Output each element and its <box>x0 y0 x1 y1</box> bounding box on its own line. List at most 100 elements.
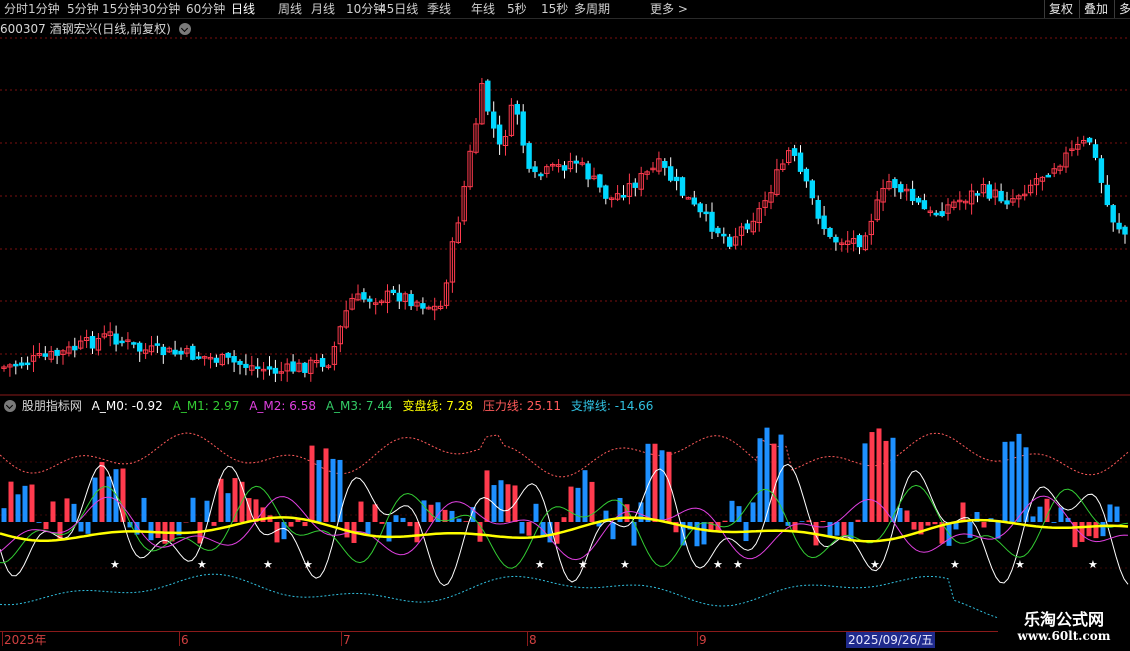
star-marker: ★ <box>1088 558 1098 571</box>
histogram-bar <box>37 522 42 523</box>
histogram-bar <box>2 508 7 522</box>
histogram-bar <box>891 438 896 522</box>
histogram-bar <box>310 446 315 522</box>
candle-body <box>598 175 602 187</box>
histogram-bar <box>58 522 63 539</box>
indicator-name[interactable]: 股朋指标网 <box>22 399 82 413</box>
histogram-bar <box>569 487 574 522</box>
candle-body <box>574 161 578 163</box>
candle-body <box>834 237 838 242</box>
candle-body <box>822 216 826 228</box>
histogram-bar <box>331 459 336 522</box>
histogram-bar <box>520 522 525 534</box>
candle-body <box>515 104 519 114</box>
indicator-pressure: 压力线: 25.11 <box>483 399 561 413</box>
candle-body <box>244 364 248 367</box>
watermark-title: 乐淘公式网 <box>998 606 1130 630</box>
histogram-bar <box>1101 522 1106 536</box>
candle-body <box>539 174 543 176</box>
date-tick <box>697 632 698 646</box>
histogram-bar <box>317 460 322 522</box>
histogram-bar <box>44 522 49 529</box>
histogram-bar <box>387 522 392 541</box>
date-label: 9 <box>699 632 707 648</box>
candle-body <box>698 204 702 212</box>
candle-body <box>1111 206 1115 222</box>
candle-body <box>214 358 218 362</box>
histogram-bar <box>72 504 77 522</box>
histogram-bar <box>1094 522 1099 538</box>
indicator-m1: A_M1: 2.97 <box>173 399 240 413</box>
candle-body <box>792 149 796 156</box>
histogram-bar <box>289 522 294 527</box>
candle-body <box>226 353 230 357</box>
histogram-bar <box>646 444 651 522</box>
histogram-bar <box>415 522 420 542</box>
date-label: 7 <box>343 632 351 648</box>
candle-body <box>90 337 94 349</box>
star-marker: ★ <box>535 558 545 571</box>
candle-body <box>232 357 236 362</box>
histogram-bar <box>982 522 987 527</box>
a-m1-line <box>0 485 1128 568</box>
chevron-down-icon[interactable] <box>4 400 16 412</box>
date-tick <box>341 632 342 646</box>
star-marker: ★ <box>950 558 960 571</box>
candle-body <box>816 200 820 218</box>
histogram-bar <box>821 521 826 522</box>
star-marker: ★ <box>578 558 588 571</box>
histogram-bar <box>394 515 399 522</box>
histogram-bar <box>373 504 378 522</box>
candle-body <box>55 350 59 355</box>
star-marker: ★ <box>197 558 207 571</box>
date-label: 8 <box>529 632 537 648</box>
star-marker: ★ <box>1015 558 1025 571</box>
watermark-url: www.60lt.com <box>998 629 1130 643</box>
candle-body <box>14 364 18 366</box>
histogram-bar <box>1024 447 1029 522</box>
candle-body <box>486 81 490 111</box>
indicator-m2: A_M2: 6.58 <box>249 399 316 413</box>
candle-body <box>669 167 673 181</box>
candle-body <box>1093 145 1097 158</box>
histogram-bar <box>870 432 875 522</box>
candle-body <box>1105 185 1109 204</box>
indicator-support: 支撑线: -14.66 <box>571 399 654 413</box>
histogram-bar <box>86 522 91 534</box>
histogram-bar <box>1045 499 1050 522</box>
histogram-bar <box>1038 507 1043 522</box>
candle-body <box>704 212 708 214</box>
histogram-bar <box>856 520 861 522</box>
histogram-bar <box>842 522 847 537</box>
candle-body <box>674 177 678 180</box>
indicator-m3: A_M3: 7.44 <box>326 399 393 413</box>
candle-body <box>1046 175 1050 177</box>
candle-body <box>804 169 808 181</box>
candle-body <box>120 341 124 343</box>
candle-body <box>73 346 77 349</box>
candle-body <box>273 368 277 373</box>
histogram-bar <box>828 522 833 537</box>
histogram-bar <box>226 493 231 522</box>
histogram-bar <box>359 502 364 522</box>
histogram-bar <box>534 504 539 522</box>
candle-body <box>173 350 177 354</box>
candle-body <box>43 354 47 357</box>
candle-body <box>987 185 991 198</box>
candle-body <box>25 363 29 365</box>
histogram-bar <box>758 438 763 522</box>
histogram-bar <box>1010 442 1015 522</box>
candle-body <box>680 178 684 196</box>
histogram-bar <box>380 522 385 524</box>
histogram-bar <box>464 521 469 522</box>
histogram-bar <box>583 470 588 522</box>
candle-body <box>710 212 714 231</box>
histogram-bar <box>1059 507 1064 522</box>
kline-chart: ★★★★★★★★★★★★★ <box>0 0 1130 650</box>
candle-body <box>922 201 926 209</box>
candle-body <box>114 334 118 344</box>
star-marker: ★ <box>620 558 630 571</box>
candle-body <box>722 234 726 236</box>
candle-body <box>1117 223 1121 229</box>
pressure-line <box>0 433 1128 477</box>
